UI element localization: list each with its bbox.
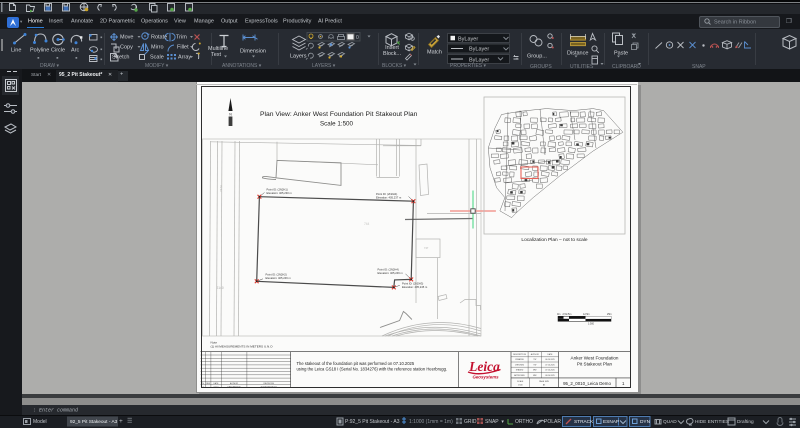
svg-text:DESCRIPTION: DESCRIPTION: [513, 354, 527, 356]
svg-text:SCALE: SCALE: [517, 380, 524, 383]
svg-text:REVISIONS: REVISIONS: [264, 383, 275, 385]
svg-text:0m: 0m: [557, 313, 560, 316]
svg-text:1:500: 1:500: [588, 323, 595, 326]
svg-text:08.10.2025: 08.10.2025: [545, 375, 554, 377]
svg-text:Elevation: 405,245 m: Elevation: 405,245 m: [402, 285, 428, 289]
svg-text:AUTHOR: AUTHOR: [531, 353, 540, 356]
svg-text:25m: 25m: [607, 313, 612, 316]
svg-text:using the Leica GS18 I (Serial: using the Leica GS18 I (Serial No. 18342…: [297, 367, 448, 372]
svg-text:TW: TW: [533, 364, 536, 366]
svg-text:5m: 5m: [568, 313, 571, 316]
svg-text:95_2_0010_Leica Demo: 95_2_0010_Leica Demo: [563, 381, 611, 386]
svg-text:APPROVED: APPROVED: [514, 374, 525, 377]
svg-text:Point ID: (2N2H4): Point ID: (2N2H4): [376, 192, 397, 196]
svg-text:07.10: 07.10: [214, 386, 219, 388]
svg-text:STAKED: STAKED: [516, 369, 524, 372]
svg-text:MW: MW: [533, 375, 537, 377]
svg-text:12,5m: 12,5m: [583, 313, 590, 316]
svg-text:(1) All MEASUREMENTS IN METERS: (1) All MEASUREMENTS IN METERS U.N.O: [211, 345, 274, 349]
svg-text:Point ID: (2N2H3): Point ID: (2N2H3): [402, 282, 423, 286]
svg-text:06.10.2025: 06.10.2025: [545, 359, 554, 361]
svg-text:Elevation: 405,237 m: Elevation: 405,237 m: [376, 196, 402, 200]
svg-text:FOUNDATION PIT: FOUNDATION PIT: [261, 385, 278, 388]
svg-text:Elevation: 405,246 m: Elevation: 405,246 m: [266, 276, 292, 280]
svg-text:1: 1: [202, 386, 203, 388]
svg-text:07.10.2025: 07.10.2025: [545, 364, 554, 366]
svg-text:744: 744: [364, 222, 370, 226]
svg-text:07.10.2025: 07.10.2025: [545, 370, 554, 372]
svg-text:TW: TW: [533, 359, 536, 361]
svg-text:CREATED: CREATED: [515, 358, 525, 361]
svg-text:Pit Stakeout Plan: Pit Stakeout Plan: [577, 362, 613, 367]
svg-text:2140: 2140: [217, 286, 224, 290]
svg-text:Point ID: (2N2H4): Point ID: (2N2H4): [378, 268, 399, 272]
svg-text:Elevation: 405,246 m: Elevation: 405,246 m: [378, 271, 404, 275]
svg-text:N: N: [229, 113, 232, 117]
svg-text:The stakeout of the foundation: The stakeout of the foundation pit was p…: [297, 361, 415, 366]
svg-text:Geosystems: Geosystems: [472, 375, 499, 380]
svg-text:A3: A3: [543, 384, 545, 387]
svg-text:1:500: 1:500: [518, 385, 523, 387]
svg-text:747: 747: [424, 246, 429, 250]
svg-text:MW: MW: [533, 370, 537, 372]
svg-text:1: 1: [622, 381, 625, 386]
svg-text:Localization Plan – not to sca: Localization Plan – not to scale: [521, 237, 587, 243]
svg-text:DATE: DATE: [548, 353, 554, 356]
svg-text:DESCRIPTION: DESCRIPTION: [228, 386, 242, 388]
svg-text:Anker West Foundation: Anker West Foundation: [571, 356, 619, 361]
svg-text:CHECKED: CHECKED: [515, 364, 525, 366]
svg-text:0: 0: [356, 35, 359, 41]
svg-text:7474: 7474: [219, 185, 223, 192]
svg-text:AUTHOR: AUTHOR: [230, 382, 239, 385]
svg-text:Elevation: 405,230 m: Elevation: 405,230 m: [267, 191, 293, 195]
svg-text:PAGE SIZE: PAGE SIZE: [539, 380, 550, 383]
svg-text:DATE: DATE: [214, 382, 220, 385]
svg-text:Point ID: (2N2H2): Point ID: (2N2H2): [266, 273, 287, 277]
svg-text:Point ID: (2N2H1): Point ID: (2N2H1): [267, 188, 288, 192]
